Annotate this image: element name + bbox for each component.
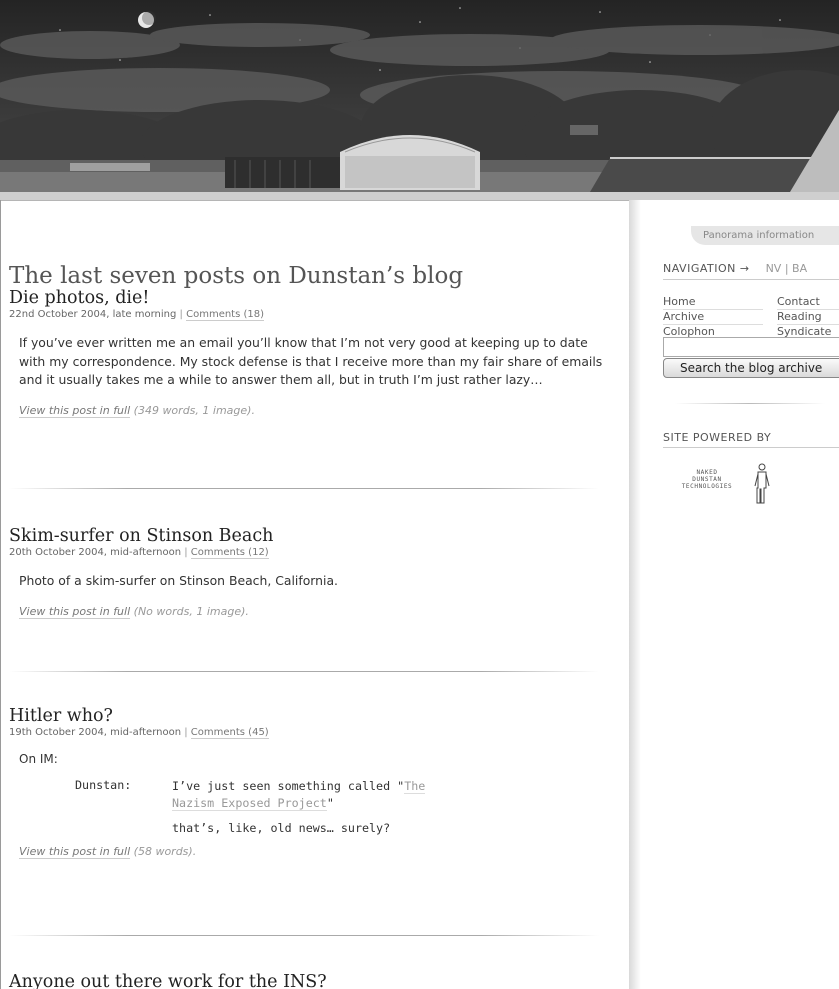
powered-by-rule (663, 447, 839, 448)
post-title[interactable]: Anyone out there work for the INS? (9, 972, 609, 989)
im-speaker: Dunstan: (75, 778, 132, 792)
sidebar-shadow (629, 200, 641, 989)
post-title[interactable]: Die photos, die! (9, 288, 609, 308)
im-transcript: Dunstan: I’ve just seen something called… (75, 778, 609, 837)
search-input[interactable] (663, 337, 839, 357)
nav-reading-link[interactable]: Reading (777, 310, 839, 325)
meta-separator: | (184, 547, 188, 558)
view-full-line: View this post in full (349 words, 1 ima… (19, 403, 609, 418)
logo-line: NAKED (696, 469, 718, 476)
im-message: I’ve just seen something called "The Naz… (172, 778, 472, 812)
view-full-line: View this post in full (58 words). (19, 845, 609, 859)
post-excerpt: Photo of a skim-surfer on Stinson Beach,… (19, 573, 338, 588)
comments-link[interactable]: Comments (12) (190, 547, 269, 559)
post-excerpt: If you’ve ever written me an email you’l… (19, 335, 603, 387)
page-title: The last seven posts on Dunstan’s blog (9, 263, 464, 289)
post-meta: 20th October 2004, mid-afternoon | Comme… (9, 547, 609, 559)
powered-by-heading: SITE POWERED BY (663, 431, 772, 444)
post-ins: Anyone out there work for the INS? (9, 972, 609, 989)
view-full-line: View this post in full (No words, 1 imag… (19, 604, 609, 619)
comments-link[interactable]: Comments (45) (190, 727, 269, 739)
navigation-heading-label: NAVIGATION → (663, 262, 750, 275)
figure-icon (754, 463, 770, 504)
post-hitler-who: Hitler who? 19th October 2004, mid-after… (9, 706, 609, 859)
view-full-info: (349 words, 1 image). (133, 403, 255, 417)
post-skim-surfer: Skim-surfer on Stinson Beach 20th Octobe… (9, 526, 609, 619)
post-meta: 22nd October 2004, late morning | Commen… (9, 309, 609, 321)
post-date[interactable]: 20th October 2004, mid-afternoon (9, 547, 181, 558)
post-title[interactable]: Hitler who? (9, 706, 609, 726)
post-intro: On IM: (19, 752, 58, 766)
im-row: Dunstan: I’ve just seen something called… (75, 778, 609, 812)
view-full-link[interactable]: View this post in full (19, 403, 131, 418)
post-divider (9, 488, 599, 489)
nav-home-link[interactable]: Home (663, 295, 763, 310)
im-speaker-empty (75, 820, 172, 837)
im-row: that’s, like, old news… surely? (75, 820, 609, 837)
view-full-info: (No words, 1 image). (133, 604, 249, 618)
nav-archive-link[interactable]: Archive (663, 310, 763, 325)
sidebar-divider (675, 403, 825, 404)
post-date[interactable]: 22nd October 2004, late morning (9, 309, 176, 320)
view-full-info: (58 words). (133, 845, 197, 858)
post-date[interactable]: 19th October 2004, mid-afternoon (9, 727, 181, 738)
header-panorama (0, 0, 839, 192)
meta-separator: | (184, 727, 188, 738)
view-full-link[interactable]: View this post in full (19, 604, 131, 619)
view-full-link[interactable]: View this post in full (19, 845, 131, 859)
search-button[interactable]: Search the blog archive (663, 358, 839, 378)
nav-contact-link[interactable]: Contact (777, 295, 839, 310)
meta-separator: | (179, 309, 183, 320)
im-message: that’s, like, old news… surely? (172, 821, 391, 835)
comments-link[interactable]: Comments (18) (186, 309, 265, 321)
post-divider (9, 935, 599, 936)
im-message-text: I’ve just seen something called " (172, 779, 405, 793)
nav-style-switch[interactable]: NV | BA (766, 262, 808, 275)
naked-dunstan-logo[interactable]: NAKED DUNSTAN TECHNOLOGIES (667, 462, 787, 510)
post-die-photos: Die photos, die! 22nd October 2004, late… (9, 288, 609, 418)
navigation-heading: NAVIGATION → NV | BA (663, 262, 807, 275)
main-column: The last seven posts on Dunstan’s blog D… (0, 200, 629, 989)
panorama-info-tab[interactable]: Panorama information (691, 226, 839, 245)
post-title[interactable]: Skim-surfer on Stinson Beach (9, 526, 609, 546)
im-message-text: " (326, 796, 334, 810)
post-divider (9, 671, 599, 672)
post-meta: 19th October 2004, mid-afternoon | Comme… (9, 727, 609, 739)
logo-line: DUNSTAN (692, 476, 722, 483)
logo-line: TECHNOLOGIES (681, 483, 733, 490)
navigation-rule (663, 279, 839, 280)
sidebar: Panorama information NAVIGATION → NV | BA… (629, 200, 839, 989)
